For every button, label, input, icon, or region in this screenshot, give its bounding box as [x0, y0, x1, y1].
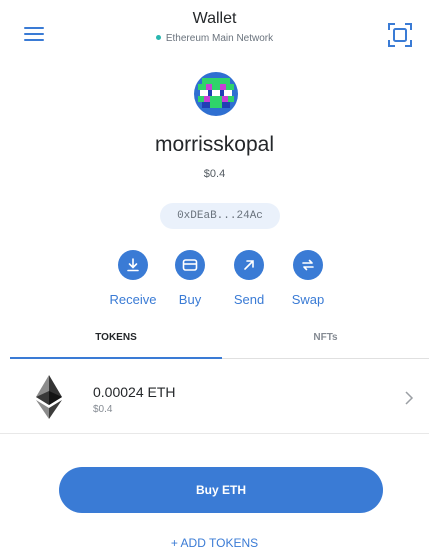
token-amount: 0.00024 ETH [93, 384, 176, 400]
chevron-right-icon [405, 391, 414, 405]
network-status-dot [155, 34, 161, 40]
arrow-up-right-icon [234, 250, 264, 280]
tab-tokens[interactable]: TOKENS [10, 332, 222, 343]
account-balance: $0.4 [203, 168, 226, 180]
tab-nfts[interactable]: NFTs [222, 332, 429, 343]
receive-button[interactable]: Receive [103, 250, 163, 307]
network-indicator[interactable]: Ethereum Main Network [0, 33, 429, 44]
account-name: morrisskopal [154, 133, 275, 156]
send-button[interactable]: Send [219, 250, 279, 307]
token-row-eth[interactable]: 0.00024 ETH $0.4 [0, 359, 429, 434]
token-fiat-value: $0.4 [93, 404, 113, 415]
receive-label: Receive [109, 292, 157, 307]
swap-label: Swap [291, 292, 325, 307]
buy-eth-button[interactable]: Buy ETH [59, 467, 383, 513]
card-icon [175, 250, 205, 280]
send-label: Send [233, 292, 265, 307]
buy-label: Buy [178, 292, 202, 307]
swap-icon [293, 250, 323, 280]
page-title: Wallet [192, 10, 237, 27]
account-avatar[interactable] [194, 72, 238, 116]
qr-scan-icon[interactable] [386, 21, 414, 49]
swap-button[interactable]: Swap [278, 250, 338, 307]
ethereum-icon [36, 375, 62, 419]
download-icon [118, 250, 148, 280]
add-tokens-link[interactable]: + ADD TOKENS [0, 536, 429, 550]
account-address-pill[interactable]: 0xDEaB...24Ac [160, 203, 280, 229]
buy-action-button[interactable]: Buy [160, 250, 220, 307]
network-name: Ethereum Main Network [165, 33, 274, 44]
